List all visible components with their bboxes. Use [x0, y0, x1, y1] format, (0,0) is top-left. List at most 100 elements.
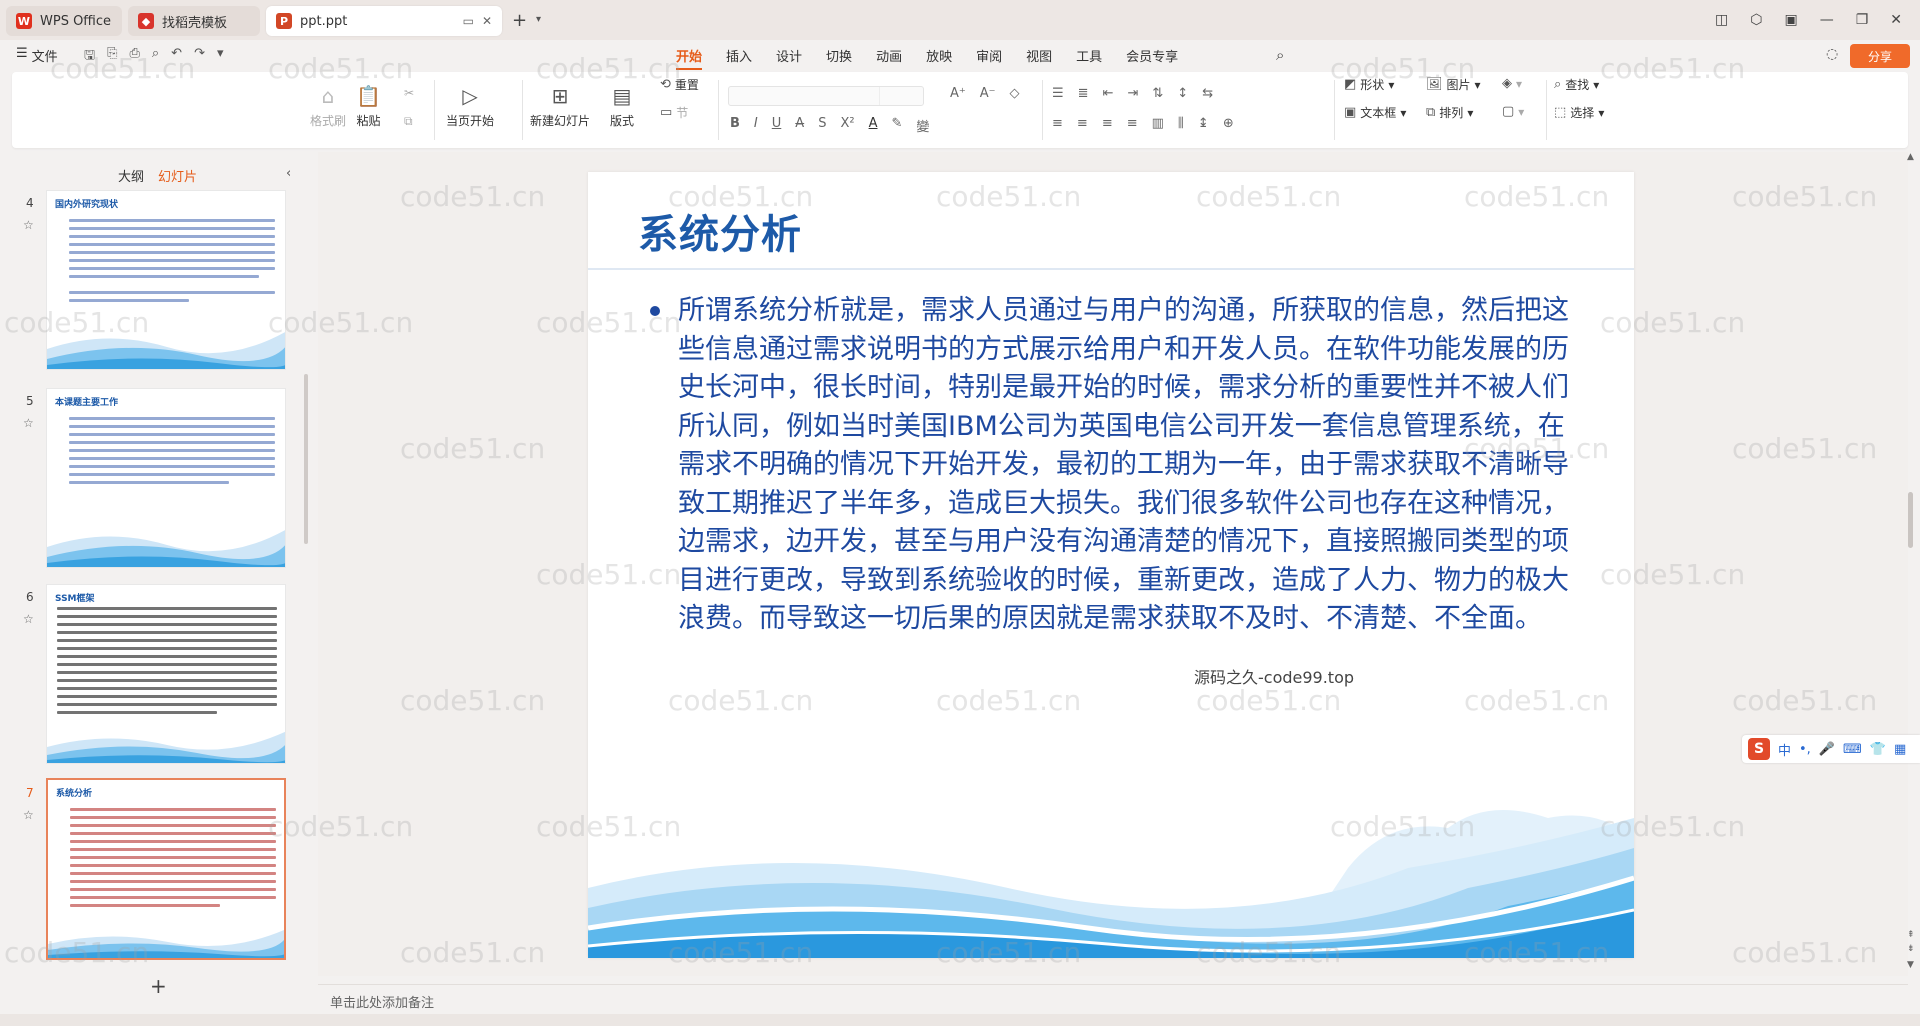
- shape-button[interactable]: ◩ 形状 ▾: [1344, 76, 1394, 93]
- layout-button[interactable]: ▤ 版式: [610, 84, 634, 129]
- tab-template[interactable]: ◆ 找稻壳模板: [128, 6, 260, 36]
- tab-animation[interactable]: 动画: [876, 46, 902, 65]
- star-icon[interactable]: ☆: [23, 808, 34, 822]
- monitor-icon[interactable]: ▭: [463, 14, 474, 28]
- superscript-icon[interactable]: X²: [840, 116, 854, 135]
- close-tab-icon[interactable]: ✕: [482, 14, 492, 28]
- slide-title[interactable]: 系统分析: [638, 202, 802, 260]
- cut-icon[interactable]: ✂: [404, 86, 414, 100]
- avatar[interactable]: ▣: [1784, 12, 1797, 28]
- distribute-icon[interactable]: ▥: [1152, 116, 1164, 131]
- cube-icon[interactable]: ⬡: [1750, 12, 1762, 28]
- sogou-logo-icon[interactable]: S: [1748, 738, 1770, 760]
- chevron-down-icon[interactable]: ▾: [536, 14, 541, 25]
- italic-icon[interactable]: I: [754, 116, 758, 135]
- tab-tools[interactable]: 工具: [1076, 46, 1102, 65]
- underline-icon[interactable]: U: [772, 116, 782, 135]
- star-icon[interactable]: ☆: [23, 218, 34, 232]
- export-icon[interactable]: ⎘: [107, 46, 117, 68]
- grow-font-icon[interactable]: A⁺: [950, 86, 966, 101]
- numbering-icon[interactable]: ≣: [1078, 86, 1089, 101]
- tab-transition[interactable]: 切换: [826, 46, 852, 65]
- new-tab-icon[interactable]: +: [512, 10, 527, 31]
- tab-member[interactable]: 会员专享: [1126, 46, 1178, 65]
- shadow-icon[interactable]: S: [818, 116, 826, 135]
- shrink-font-icon[interactable]: A⁻: [980, 86, 996, 101]
- align-center-icon[interactable]: ≡: [1077, 116, 1088, 131]
- justify-icon[interactable]: ≡: [1127, 116, 1138, 131]
- tab-outline[interactable]: 大纲: [118, 166, 144, 185]
- skin-icon[interactable]: 👕: [1870, 742, 1886, 757]
- canvas-scrollbar[interactable]: ▲ ⇞ ⇟ ▼: [1906, 152, 1916, 984]
- highlight-icon[interactable]: ✎: [891, 116, 902, 135]
- microphone-icon[interactable]: 🎤: [1819, 742, 1835, 757]
- layout-icon[interactable]: ◫: [1715, 12, 1728, 28]
- scrollbar-thumb[interactable]: [1908, 492, 1913, 548]
- redo-icon[interactable]: ↷: [194, 46, 205, 68]
- clear-format-icon[interactable]: ◇: [1010, 86, 1020, 101]
- slide-thumbnail[interactable]: SSM框架: [46, 584, 286, 764]
- find-button[interactable]: ⌕ 查找 ▾: [1554, 76, 1599, 93]
- current-slide[interactable]: 系统分析 所谓系统分析就是，需求人员通过与用户的沟通，所获取的信息，然后把这些信…: [588, 172, 1634, 958]
- select-button[interactable]: ⬚ 选择 ▾: [1554, 104, 1604, 121]
- slide-thumbnail[interactable]: 本课题主要工作: [46, 388, 286, 568]
- arrange-button[interactable]: ⧉ 排列 ▾: [1426, 104, 1473, 121]
- decrease-indent-icon[interactable]: ⇤: [1103, 86, 1114, 101]
- align-right-icon[interactable]: ≡: [1102, 116, 1113, 131]
- slide-thumbnail-selected[interactable]: 系统分析: [46, 778, 286, 960]
- tab-ppt[interactable]: P ppt.ppt ▭ ✕: [266, 6, 502, 36]
- scroll-up-icon[interactable]: ⇞: [1907, 930, 1915, 940]
- scroll-down-icon[interactable]: ⇟: [1907, 944, 1915, 954]
- scroll-down-icon[interactable]: ▼: [1907, 960, 1914, 970]
- tab-insert[interactable]: 插入: [726, 46, 752, 65]
- outline-button[interactable]: ▢ ▾: [1502, 104, 1524, 119]
- slide-body-text[interactable]: 所谓系统分析就是，需求人员通过与用户的沟通，所获取的信息，然后把这些信息通过需求…: [678, 292, 1576, 639]
- grid-icon[interactable]: ▦: [1894, 742, 1906, 757]
- panel-scrollbar[interactable]: [304, 374, 308, 544]
- minimize-icon[interactable]: —: [1820, 12, 1834, 28]
- undo-icon[interactable]: ↶: [171, 46, 182, 68]
- scroll-up-icon[interactable]: ▲: [1907, 152, 1914, 162]
- increase-indent-icon[interactable]: ⇥: [1127, 86, 1138, 101]
- tab-wps-office[interactable]: W WPS Office: [6, 6, 122, 36]
- notes-pane[interactable]: 单击此处添加备注: [318, 984, 1908, 1014]
- font-color-icon[interactable]: A: [869, 116, 878, 135]
- star-icon[interactable]: ☆: [23, 612, 34, 626]
- copy-icon[interactable]: ⧉: [404, 114, 413, 129]
- save-icon[interactable]: 🖫: [84, 46, 95, 68]
- char-spacing-icon[interactable]: 變: [916, 116, 929, 135]
- restore-icon[interactable]: ❐: [1856, 12, 1869, 28]
- format-painter-button[interactable]: ⌂ 格式刷: [310, 84, 346, 129]
- new-slide-button[interactable]: ⊞ 新建幻灯片: [530, 84, 590, 129]
- tab-review[interactable]: 审阅: [976, 46, 1002, 65]
- close-window-icon[interactable]: ✕: [1890, 12, 1902, 28]
- ime-language[interactable]: 中: [1778, 740, 1791, 759]
- punctuation-icon[interactable]: •,: [1799, 742, 1811, 757]
- fill-button[interactable]: ◈ ▾: [1502, 76, 1522, 91]
- slide-thumbnail[interactable]: 国内外研究现状: [46, 190, 286, 370]
- align-left-icon[interactable]: ≡: [1052, 116, 1063, 131]
- textbox-button[interactable]: ▣ 文本框 ▾: [1344, 104, 1406, 121]
- preview-icon[interactable]: ⌕: [152, 46, 159, 68]
- keyboard-icon[interactable]: ⌨: [1843, 742, 1862, 757]
- bullets-icon[interactable]: ☰: [1052, 86, 1064, 101]
- tab-view[interactable]: 视图: [1026, 46, 1052, 65]
- share-button[interactable]: 分享: [1850, 44, 1910, 68]
- paste-button[interactable]: 📋 粘贴: [356, 84, 381, 129]
- print-icon[interactable]: ⎙: [129, 46, 139, 68]
- font-name-select[interactable]: [728, 86, 924, 106]
- line-spacing-icon[interactable]: ↨: [1198, 116, 1209, 131]
- tab-slides[interactable]: 幻灯片: [158, 166, 197, 185]
- text-direction-icon[interactable]: ⇅: [1152, 86, 1163, 101]
- chevron-down-icon[interactable]: ▾: [217, 46, 224, 68]
- reset-button[interactable]: ⟲ 重置: [660, 76, 699, 93]
- section-button[interactable]: ▭ 节: [660, 104, 688, 121]
- tab-design[interactable]: 设计: [776, 46, 802, 65]
- tab-slideshow[interactable]: 放映: [926, 46, 952, 65]
- sort-icon[interactable]: ↕: [1177, 86, 1188, 101]
- strikethrough-icon[interactable]: A: [795, 116, 804, 135]
- convert-icon[interactable]: ⇆: [1202, 86, 1213, 101]
- comment-icon[interactable]: ◌: [1826, 46, 1838, 62]
- file-menu[interactable]: ☰ 文件: [16, 46, 58, 65]
- bold-icon[interactable]: B: [730, 116, 740, 135]
